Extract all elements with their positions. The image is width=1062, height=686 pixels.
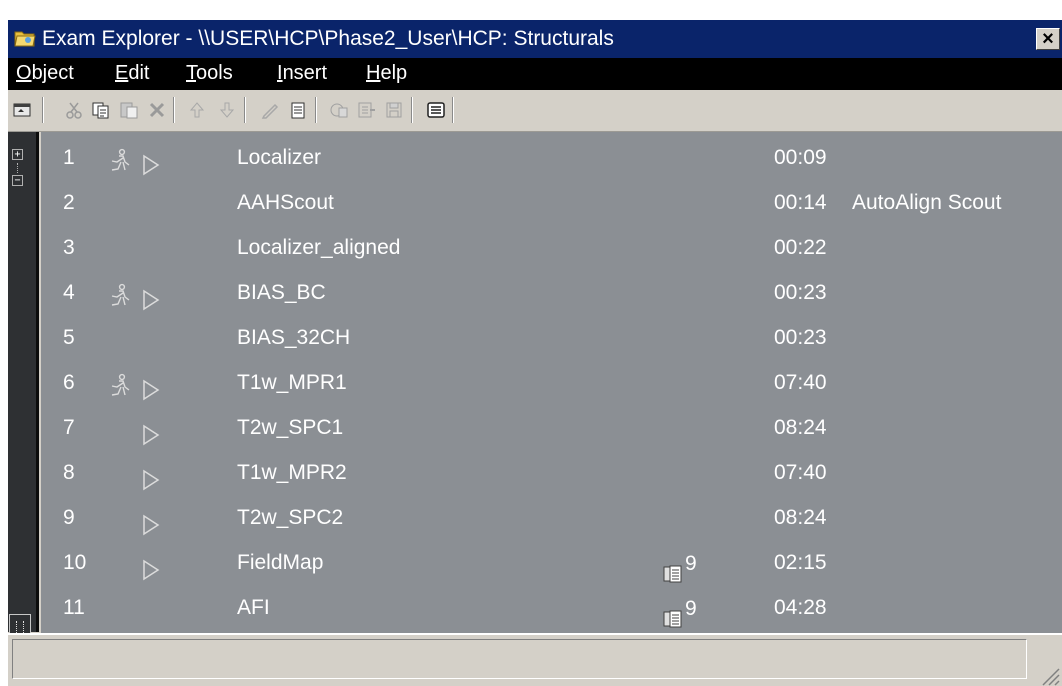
protocol-number: 10	[63, 551, 87, 574]
protocol-row[interactable]: 4 BIAS_BC 00:23	[41, 270, 1062, 315]
protocol-row[interactable]: 8 T1w_MPR2 07:40	[41, 450, 1062, 495]
protocol-number: 1	[63, 146, 75, 169]
protocol-row[interactable]: 9 T2w_SPC2 08:24	[41, 495, 1062, 540]
properties-icon[interactable]	[288, 100, 308, 120]
protocol-number: 3	[63, 236, 75, 259]
protocol-status-icons	[104, 595, 164, 621]
move-up-icon[interactable]	[187, 100, 207, 120]
menu-edit[interactable]: Edit	[115, 58, 149, 88]
protocol-duration: 00:09	[774, 146, 827, 169]
view-icon[interactable]	[12, 100, 32, 120]
protocol-name: AAHScout	[237, 191, 334, 214]
protocol-duration: 08:24	[774, 506, 827, 529]
status-field	[12, 639, 1027, 679]
toolbar-separator	[42, 97, 44, 123]
tree-panel: + −	[8, 132, 39, 643]
export-icon[interactable]	[356, 100, 376, 120]
protocol-status-icons	[104, 235, 164, 261]
menu-bar: Object Edit Tools Insert Help	[8, 58, 1062, 90]
list-icon[interactable]	[426, 100, 446, 120]
protocol-duration: 07:40	[774, 371, 827, 394]
toolbar-separator	[244, 97, 246, 123]
protocol-status-icons	[104, 280, 164, 311]
protocol-duration: 08:24	[774, 416, 827, 439]
status-bar	[8, 633, 1062, 686]
protocol-row[interactable]: 3 Localizer_aligned 00:22	[41, 225, 1062, 270]
protocol-duration: 04:28	[774, 596, 827, 619]
protocol-status-icons	[104, 370, 164, 401]
protocol-duration: 00:14	[774, 191, 827, 214]
protocol-name: T2w_SPC1	[237, 416, 344, 439]
protocol-name: T1w_MPR1	[237, 371, 347, 394]
tree-expand-button[interactable]: +	[12, 149, 23, 160]
protocol-number: 5	[63, 326, 75, 349]
protocol-status-icons	[104, 415, 164, 446]
save-icon[interactable]	[384, 100, 404, 120]
protocol-name: T1w_MPR2	[237, 461, 347, 484]
protocol-info: AutoAlign Scout	[852, 191, 1002, 214]
toolbar	[8, 90, 1062, 132]
image-count-value: 9	[685, 552, 697, 575]
tree-collapse-button[interactable]: −	[12, 175, 23, 186]
close-button[interactable]: ×	[1036, 28, 1060, 50]
protocol-duration: 00:23	[774, 281, 827, 304]
protocol-status-icons	[104, 505, 164, 536]
edit-icon[interactable]	[260, 100, 280, 120]
image-count: 9	[663, 552, 719, 583]
protocol-name: T2w_SPC2	[237, 506, 344, 529]
copy-icon[interactable]	[91, 100, 111, 120]
menu-help[interactable]: Help	[366, 58, 407, 88]
protocol-row[interactable]: 11 AFI 9 04:28	[41, 585, 1062, 630]
protocol-number: 8	[63, 461, 75, 484]
protocol-duration: 00:23	[774, 326, 827, 349]
protocol-name: Localizer_aligned	[237, 236, 401, 259]
protocol-row[interactable]: 5 BIAS_32CH 00:23	[41, 315, 1062, 360]
protocol-number: 7	[63, 416, 75, 439]
toolbar-separator	[173, 97, 175, 123]
menu-insert[interactable]: Insert	[277, 58, 327, 88]
menu-tools[interactable]: Tools	[186, 58, 233, 88]
protocol-number: 11	[63, 596, 85, 619]
protocol-duration: 00:22	[774, 236, 827, 259]
window-title: Exam Explorer - \\USER\HCP\Phase2_User\H…	[42, 27, 614, 50]
paste-icon[interactable]	[119, 100, 139, 120]
protocol-number: 2	[63, 191, 75, 214]
protocol-name: FieldMap	[237, 551, 324, 574]
menu-object[interactable]: Object	[16, 58, 74, 88]
folder-app-icon	[14, 31, 36, 47]
title-bar[interactable]: Exam Explorer - \\USER\HCP\Phase2_User\H…	[8, 20, 1062, 58]
protocol-name: Localizer	[237, 146, 322, 169]
protocol-number: 9	[63, 506, 75, 529]
protocol-list: 1 Localizer 00:09 2 AAHScout 00:14 AutoAlign S…	[41, 132, 1062, 633]
image-count-value: 9	[685, 597, 697, 620]
protocol-duration: 07:40	[774, 461, 827, 484]
image-count: 9	[663, 597, 719, 628]
protocol-duration: 02:15	[774, 551, 827, 574]
protocol-number: 6	[63, 371, 75, 394]
resize-grip-icon[interactable]	[1038, 664, 1060, 686]
protocol-number: 4	[63, 281, 75, 304]
delete-icon[interactable]	[147, 100, 167, 120]
protocol-name: BIAS_BC	[237, 281, 326, 304]
protocol-row[interactable]: 10 FieldMap 9 02:15	[41, 540, 1062, 585]
toolbar-separator	[315, 97, 317, 123]
protocol-row[interactable]: 6 T1w_MPR1 07:40	[41, 360, 1062, 405]
move-down-icon[interactable]	[217, 100, 237, 120]
protocol-status-icons	[104, 550, 164, 581]
cut-icon[interactable]	[64, 100, 84, 120]
protocol-row[interactable]: 7 T2w_SPC1 08:24	[41, 405, 1062, 450]
protocol-status-icons	[104, 325, 164, 351]
protocol-name: AFI	[237, 596, 270, 619]
protocol-status-icons	[104, 190, 164, 216]
import-icon[interactable]	[329, 100, 349, 120]
toolbar-separator	[452, 97, 454, 123]
toolbar-separator	[411, 97, 413, 123]
protocol-status-icons	[104, 145, 164, 176]
exam-explorer-window: Exam Explorer - \\USER\HCP\Phase2_User\H…	[8, 20, 1062, 686]
tree-connector-line	[17, 163, 18, 173]
protocol-status-icons	[104, 460, 164, 491]
protocol-name: BIAS_32CH	[237, 326, 351, 349]
protocol-row[interactable]: 2 AAHScout 00:14 AutoAlign Scout	[41, 180, 1062, 225]
protocol-row[interactable]: 1 Localizer 00:09	[41, 135, 1062, 180]
